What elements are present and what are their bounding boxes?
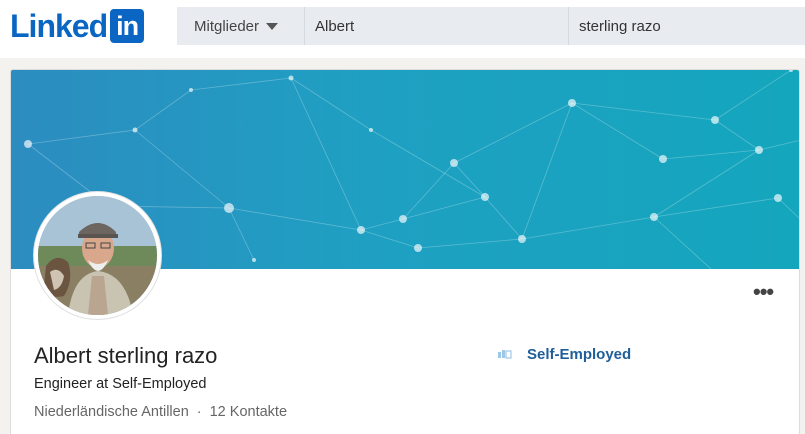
search-category-label: Mitglieder [194,17,260,35]
profile-name: Albert sterling razo [34,343,218,368]
linkedin-logo[interactable]: Linked in [10,7,145,44]
logo-text: Linked [10,7,108,44]
profile-headline: Engineer at Self-Employed [34,376,207,392]
profile-connections[interactable]: 12 Kontakte [210,404,287,420]
profile-location: Niederländische Antillen [34,404,189,420]
meta-separator: · [196,404,202,420]
last-name-search-input[interactable]: sterling razo [569,7,805,45]
search-bar: Mitglieder Albert sterling razo [177,7,805,45]
company-logo-icon [498,349,512,359]
first-name-search-input[interactable]: Albert [305,7,569,45]
logo-box-icon: in [110,9,145,43]
caret-down-icon [266,22,279,30]
profile-avatar[interactable] [34,192,161,319]
profile-card: ••• Albert sterling razo Engineer at Sel… [10,69,800,434]
current-company-link[interactable]: Self-Employed [498,346,631,363]
top-navigation-bar: Linked in Mitglieder Albert sterling raz… [0,0,805,58]
profile-meta: Niederländische Antillen · 12 Kontakte [34,404,287,420]
search-category-dropdown[interactable]: Mitglieder [177,7,305,45]
company-name: Self-Employed [527,346,632,363]
avatar-photo [38,196,157,315]
more-options-icon[interactable]: ••• [753,281,774,303]
